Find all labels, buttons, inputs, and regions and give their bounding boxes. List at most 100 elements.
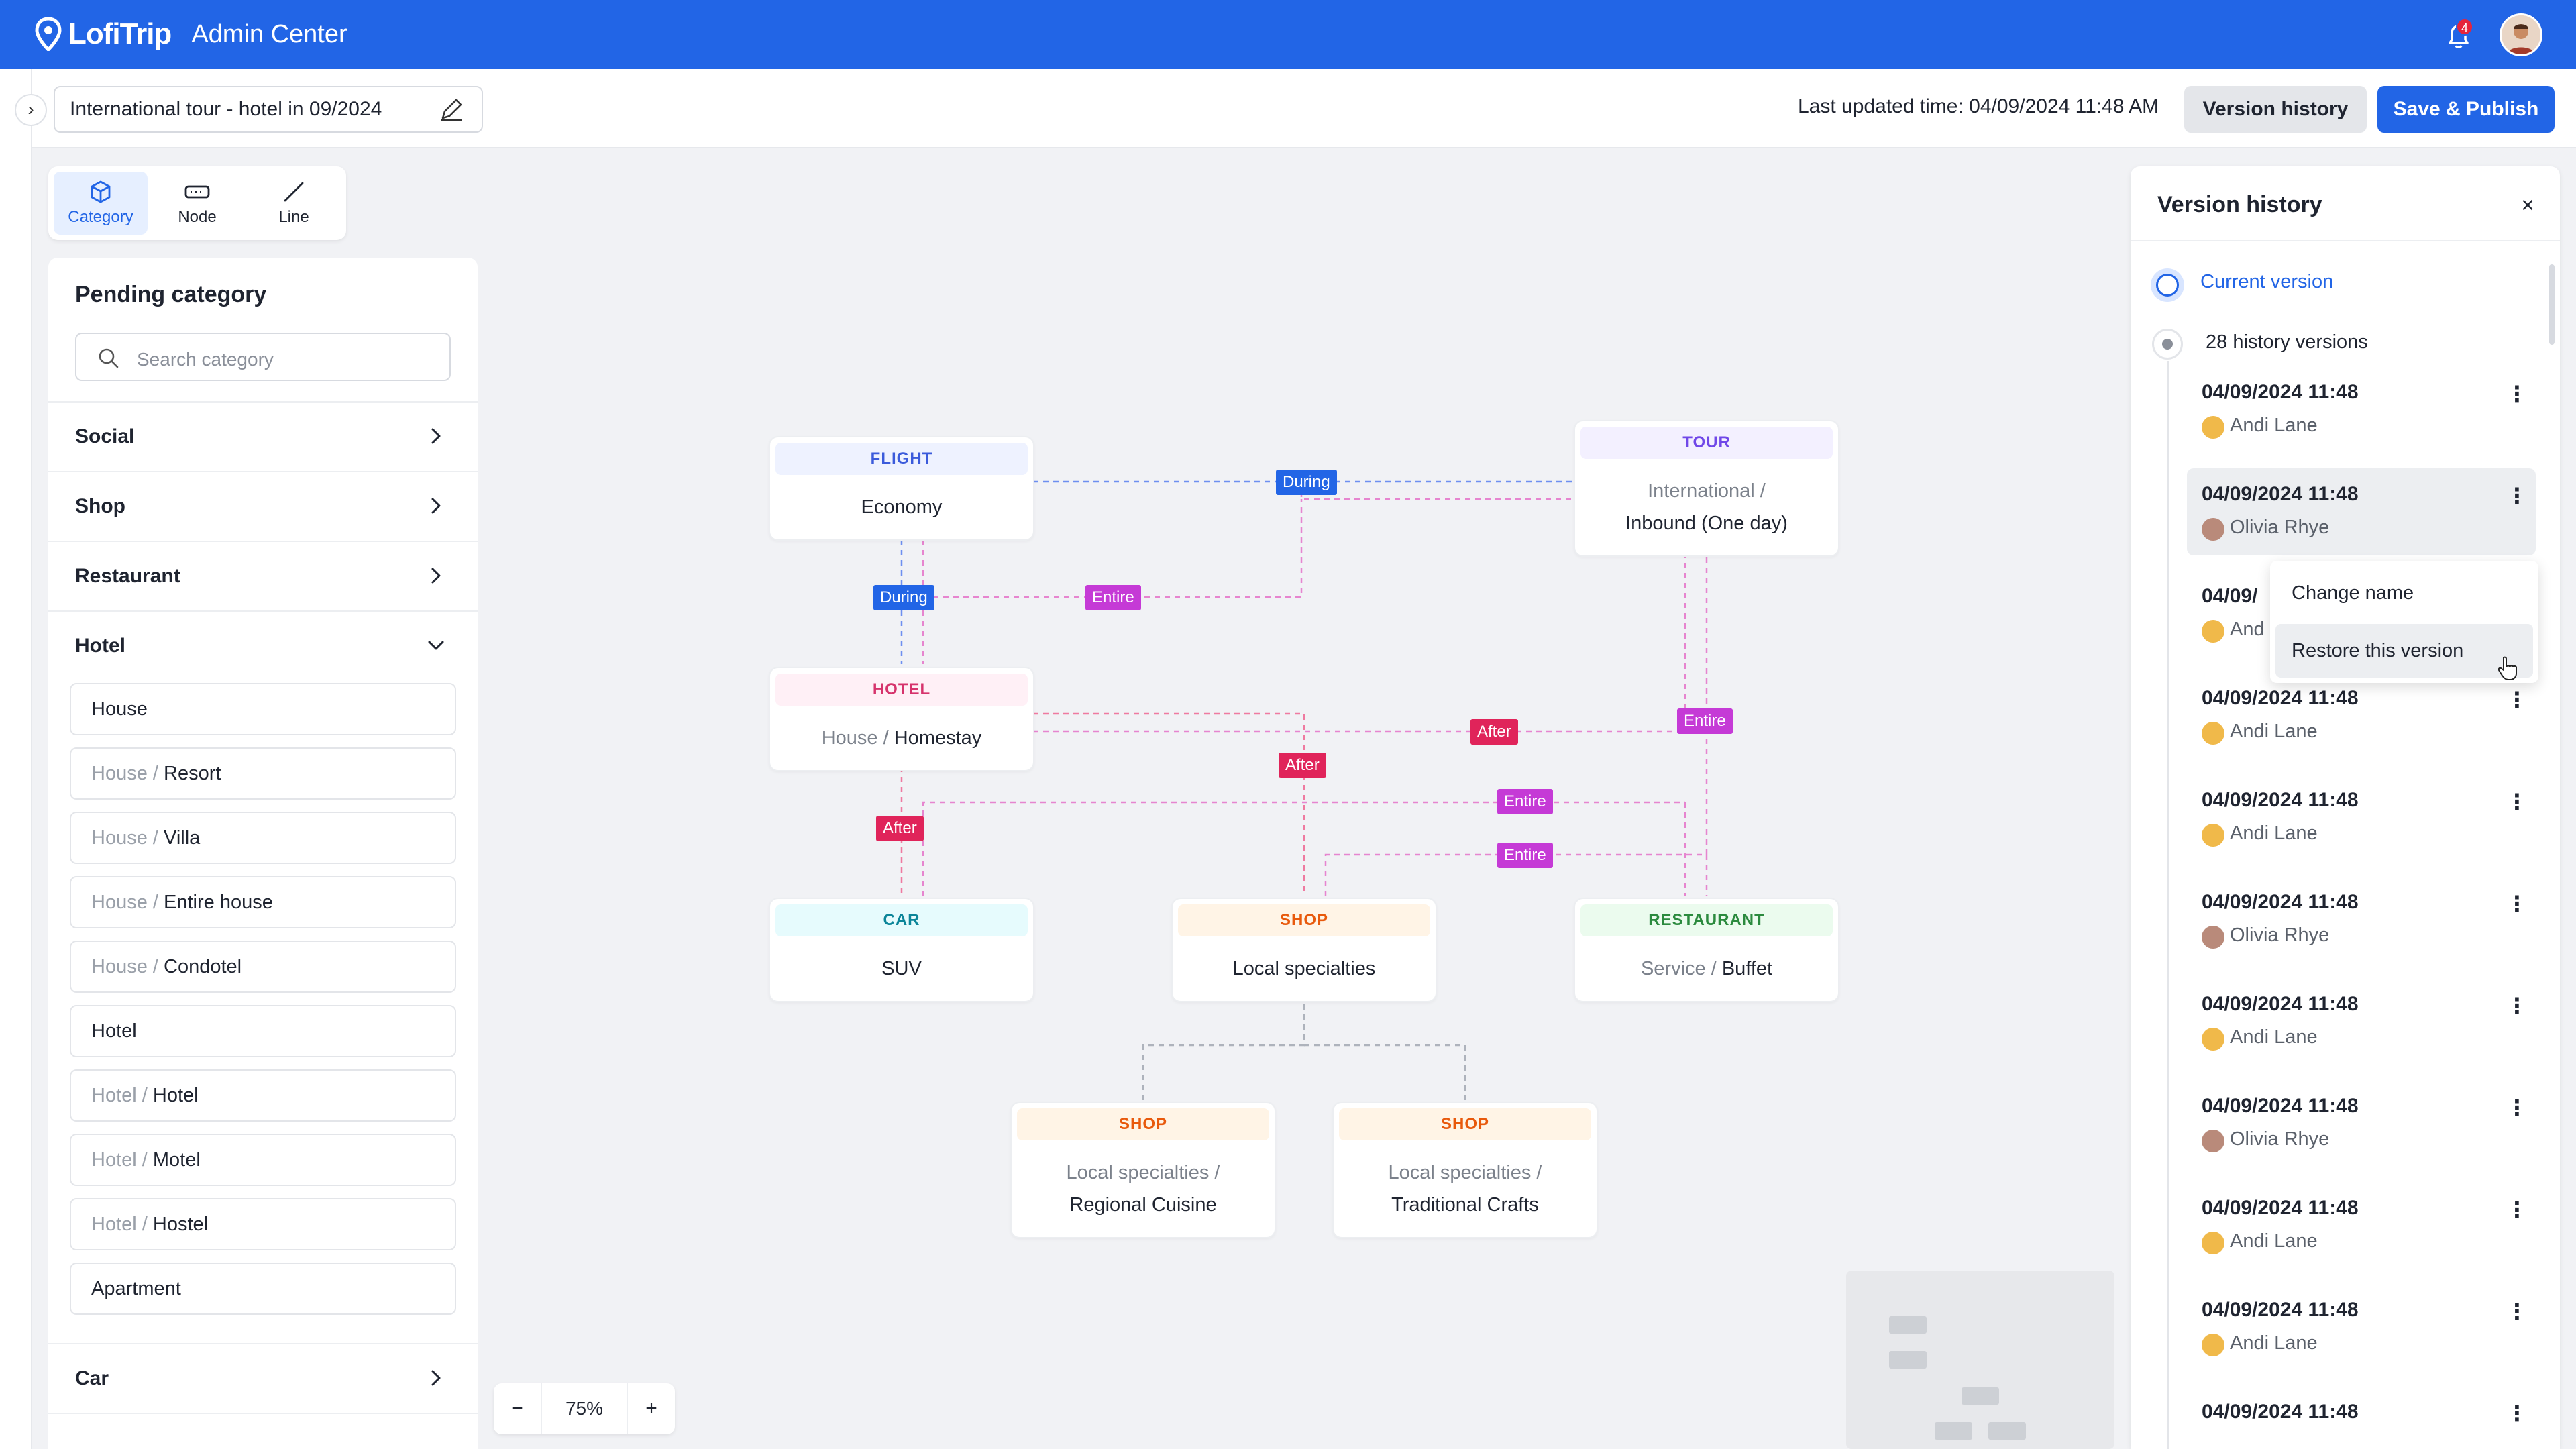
version-entry[interactable]: 04/09/2024 11:48 Andi Lane ⋮: [2187, 1182, 2536, 1269]
relation-tag-entire[interactable]: Entire: [1497, 789, 1553, 814]
node-shop-regional[interactable]: SHOP Local specialties / Regional Cuisine: [1010, 1102, 1276, 1238]
version-date: 04/09/2024 11:48: [2202, 993, 2359, 1015]
minimap-node: [1935, 1422, 1972, 1440]
panel-title: Version history: [2157, 192, 2322, 217]
minimap[interactable]: [1846, 1271, 2114, 1449]
version-date: 04/09/2024 11:48: [2202, 1197, 2359, 1219]
version-history-panel: Version history × Current version 28 his…: [2131, 166, 2560, 1449]
node-type: FLIGHT: [775, 443, 1028, 475]
more-vertical-icon[interactable]: ⋮: [2506, 383, 2528, 411]
node-restaurant[interactable]: RESTAURANT Service / Buffet: [1574, 898, 1839, 1002]
version-entry[interactable]: 04/09/2024 11:48 Andi Lane ⋮: [2187, 978, 2536, 1065]
version-entry[interactable]: 04/09/2024 11:48 Andi Lane ⋮: [2187, 1284, 2536, 1371]
avatar: [2202, 1334, 2224, 1356]
node-shop[interactable]: SHOP Local specialties: [1171, 898, 1437, 1002]
version-date: 04/09/2024 11:48: [2202, 1299, 2359, 1321]
avatar: [2202, 518, 2224, 541]
relation-tag-entire[interactable]: Entire: [1085, 585, 1141, 610]
version-entry[interactable]: 04/09/2024 11:48 Andi Lane ⋮: [2187, 672, 2536, 759]
version-date: 04/09/: [2202, 585, 2258, 607]
minimap-node: [1962, 1387, 1999, 1405]
relation-tag-after[interactable]: After: [1470, 719, 1518, 745]
node-value: Local specialties / Regional Cuisine: [1066, 1162, 1220, 1216]
close-icon[interactable]: ×: [2514, 192, 2541, 219]
minimap-node: [1988, 1422, 2026, 1440]
node-car[interactable]: CAR SUV: [769, 898, 1034, 1002]
avatar: [2202, 926, 2224, 949]
zoom-control: − 75% +: [494, 1383, 675, 1434]
scrollbar[interactable]: [2549, 264, 2555, 345]
node-type: SHOP: [1339, 1108, 1591, 1140]
node-value: SUV: [881, 958, 922, 979]
version-date: 04/09/2024 11:48: [2202, 1401, 2359, 1423]
relation-tag-entire[interactable]: Entire: [1497, 843, 1553, 868]
relation-tag-entire[interactable]: Entire: [1677, 708, 1733, 734]
node-type: CAR: [775, 904, 1028, 936]
node-flight[interactable]: FLIGHT Economy: [769, 436, 1034, 541]
current-version-radio[interactable]: [2151, 268, 2184, 302]
node-tour[interactable]: TOUR International / Inbound (One day): [1574, 420, 1839, 557]
minus-icon: −: [511, 1397, 523, 1419]
avatar: [2202, 416, 2224, 439]
zoom-level: 75%: [541, 1383, 628, 1434]
more-vertical-icon[interactable]: ⋮: [2506, 791, 2528, 818]
version-date: 04/09/2024 11:48: [2202, 381, 2359, 403]
divider: [2131, 240, 2560, 241]
plus-icon: +: [645, 1397, 657, 1419]
menu-item-restore-version[interactable]: Restore this version: [2275, 624, 2533, 678]
version-date: 04/09/2024 11:48: [2202, 789, 2359, 811]
menu-item-change-name[interactable]: Change name: [2275, 566, 2533, 620]
minimap-node: [1889, 1351, 1927, 1368]
history-radio[interactable]: [2152, 329, 2183, 360]
minimap-node: [1889, 1316, 1927, 1334]
more-vertical-icon[interactable]: ⋮: [2506, 689, 2528, 716]
version-date: 04/09/2024 11:48: [2202, 1095, 2359, 1117]
version-user: Andi Lane: [2230, 415, 2318, 436]
version-date: 04/09/2024 11:48: [2202, 891, 2359, 913]
node-value: Economy: [861, 496, 943, 518]
version-user: Andi Lane: [2230, 1026, 2318, 1048]
more-vertical-icon[interactable]: ⋮: [2506, 995, 2528, 1022]
more-vertical-icon[interactable]: ⋮: [2506, 893, 2528, 920]
version-entry[interactable]: 04/09/2024 11:48 Andi Lane ⋮: [2187, 774, 2536, 861]
more-vertical-icon[interactable]: ⋮: [2506, 1097, 2528, 1124]
node-value: Service / Buffet: [1640, 958, 1773, 979]
more-vertical-icon[interactable]: ⋮: [2506, 1301, 2528, 1328]
relation-tag-during[interactable]: During: [873, 585, 934, 610]
relation-tag-after[interactable]: After: [1279, 753, 1326, 778]
node-shop-crafts[interactable]: SHOP Local specialties / Traditional Craf…: [1332, 1102, 1598, 1238]
node-hotel[interactable]: HOTEL House / Homestay: [769, 667, 1034, 771]
version-entry[interactable]: 04/09/2024 11:48 ⋮: [2187, 1386, 2536, 1449]
version-entry[interactable]: 04/09/2024 11:48 Olivia Rhye ⋮: [2187, 468, 2536, 555]
version-user: Andi Lane: [2230, 822, 2318, 844]
version-date: 04/09/2024 11:48: [2202, 483, 2359, 505]
node-type: RESTAURANT: [1580, 904, 1833, 936]
relation-tag-during[interactable]: During: [1276, 470, 1337, 495]
version-entry[interactable]: 04/09/2024 11:48 Olivia Rhye ⋮: [2187, 876, 2536, 963]
timeline-line: [2167, 361, 2169, 1449]
version-user: And: [2230, 619, 2265, 640]
node-value: Local specialties / Traditional Crafts: [1388, 1162, 1542, 1216]
relation-tag-after[interactable]: After: [876, 816, 924, 841]
current-version-label[interactable]: Current version: [2200, 271, 2333, 293]
node-type: SHOP: [1017, 1108, 1269, 1140]
version-user: Olivia Rhye: [2230, 1128, 2330, 1150]
version-user: Andi Lane: [2230, 1332, 2318, 1354]
more-vertical-icon[interactable]: ⋮: [2506, 485, 2528, 513]
more-vertical-icon[interactable]: ⋮: [2506, 1403, 2528, 1430]
node-type: HOTEL: [775, 674, 1028, 706]
avatar: [2202, 722, 2224, 745]
history-count: 28 history versions: [2206, 331, 2368, 353]
node-type: SHOP: [1178, 904, 1430, 936]
node-type: TOUR: [1580, 427, 1833, 459]
zoom-out-button[interactable]: −: [494, 1383, 541, 1434]
version-entry[interactable]: 04/09/2024 11:48 Andi Lane ⋮: [2187, 366, 2536, 453]
node-value: House / Homestay: [821, 727, 982, 749]
zoom-in-button[interactable]: +: [628, 1383, 675, 1434]
avatar: [2202, 1028, 2224, 1051]
version-entry[interactable]: 04/09/2024 11:48 Olivia Rhye ⋮: [2187, 1080, 2536, 1167]
version-date: 04/09/2024 11:48: [2202, 687, 2359, 709]
more-vertical-icon[interactable]: ⋮: [2506, 1199, 2528, 1226]
version-user: Andi Lane: [2230, 1230, 2318, 1252]
version-user: Olivia Rhye: [2230, 517, 2330, 538]
